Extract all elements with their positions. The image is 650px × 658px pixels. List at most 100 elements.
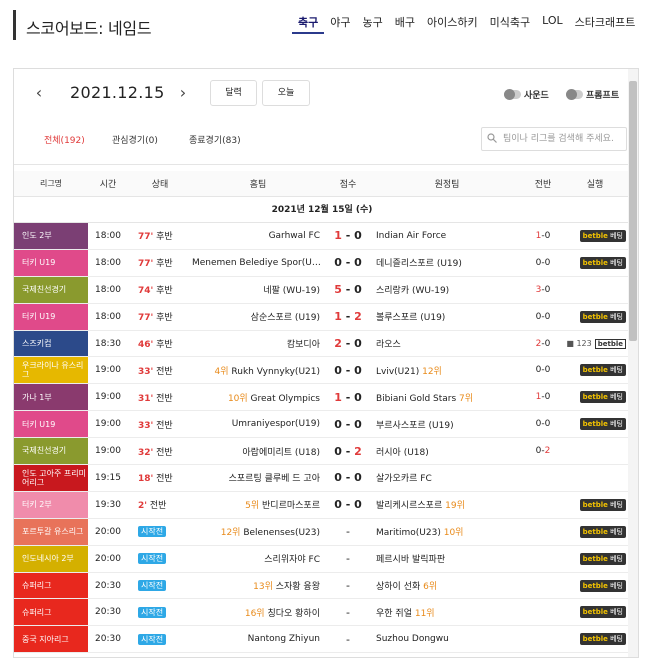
- away-team[interactable]: Bibiani Gold Stars 7위: [372, 391, 522, 404]
- away-team[interactable]: 러시아 (U18): [372, 445, 522, 458]
- live-camera-icon[interactable]: ■ 123: [566, 339, 591, 348]
- table-row[interactable]: 중국 지아리그 20:30 시작전 Nantong Zhiyun - Suzhou Don…: [14, 626, 630, 654]
- table-row[interactable]: 인도 고아주 프리미어리그 19:15 18' 전반 스포르팅 클루베 드 고아 0 -…: [14, 465, 630, 492]
- league-cell[interactable]: 터키 U19: [14, 249, 88, 276]
- home-team[interactable]: Menemen Belediye Spor(U…: [192, 258, 324, 268]
- sport-tab[interactable]: 농구: [357, 14, 389, 34]
- today-button[interactable]: 오늘: [262, 80, 310, 106]
- league-cell[interactable]: 터키 2부: [14, 491, 88, 518]
- home-team[interactable]: 13위 스자황 융왕: [192, 579, 324, 592]
- away-team[interactable]: 부르사스포르 (U19): [372, 418, 522, 431]
- league-cell[interactable]: 국제친선경기: [14, 276, 88, 303]
- home-team[interactable]: Umraniyespor(U19): [192, 419, 324, 429]
- league-cell[interactable]: 인도 고아주 프리미어리그: [14, 465, 88, 491]
- away-team[interactable]: 볼루스포르 (U19): [372, 310, 522, 323]
- betble-button[interactable]: betble 베팅: [579, 418, 626, 431]
- sport-tab[interactable]: 스타크래프트: [569, 14, 642, 34]
- table-row[interactable]: 포르투갈 유스리그 20:00 시작전 12위 Belenenses(U23) - Mar…: [14, 518, 630, 546]
- away-team[interactable]: 라오스: [372, 337, 522, 350]
- league-cell[interactable]: 우크라이나 유스리그: [14, 357, 88, 384]
- home-team[interactable]: 캄보디아: [192, 337, 324, 350]
- betble-button[interactable]: betble 베팅: [579, 579, 626, 592]
- home-team[interactable]: 네팔 (WU-19): [192, 283, 324, 296]
- home-team[interactable]: 12위 Belenenses(U23): [192, 525, 324, 538]
- table-row[interactable]: 스즈키컵 18:30 46' 후반 캄보디아 2 - 0 라오스 2-0 ■ 123 betbl…: [14, 330, 630, 358]
- league-cell[interactable]: 터키 U19: [14, 411, 88, 438]
- away-team[interactable]: 상하이 선화 6위: [372, 579, 522, 592]
- home-team[interactable]: Garhwal FC: [192, 231, 324, 241]
- calendar-button[interactable]: 달력: [210, 80, 257, 106]
- betble-button[interactable]: betble 베팅: [579, 606, 626, 619]
- betble-button[interactable]: betble 베팅: [579, 229, 626, 242]
- table-row[interactable]: 터키 U19 18:00 77' 후반 삼순스포르 (U19) 1 - 2 볼루스포르 (…: [14, 303, 630, 331]
- league-cell[interactable]: 스즈키컵: [14, 330, 88, 357]
- sport-tab[interactable]: 아이스하키: [421, 14, 484, 34]
- table-row[interactable]: 슈퍼리그 20:30 시작전 16위 칭다오 황하이 - 우한 쥐얼 11위 betble …: [14, 599, 630, 627]
- home-team[interactable]: 아랍에미리트 (U18): [192, 445, 324, 458]
- away-team[interactable]: 스리랑카 (WU-19): [372, 283, 522, 296]
- home-team[interactable]: 10위 Great Olympics: [192, 391, 324, 404]
- sound-toggle[interactable]: 사운드: [504, 88, 549, 101]
- away-team[interactable]: 발리케시르스포르 19위: [372, 498, 522, 511]
- league-cell[interactable]: 중국 지아리그: [14, 626, 88, 653]
- betble-button[interactable]: betble 베팅: [579, 256, 626, 269]
- away-team[interactable]: Indian Air Force: [372, 231, 522, 241]
- league-cell[interactable]: 포르투갈 유스리그: [14, 518, 88, 545]
- table-row[interactable]: 국제친선경기 18:00 74' 후반 네팔 (WU-19) 5 - 0 스리랑카 (WU…: [14, 276, 630, 304]
- sport-tab[interactable]: LOL: [536, 14, 569, 34]
- next-date-button[interactable]: ›: [173, 83, 193, 102]
- sport-tab[interactable]: 미식축구: [484, 14, 536, 34]
- home-team[interactable]: 4위 Rukh Vynnyky(U21): [192, 364, 324, 377]
- betble-button[interactable]: betble 베팅: [579, 391, 626, 404]
- prev-date-button[interactable]: ‹: [29, 83, 49, 102]
- league-cell[interactable]: 인도네시아 2부: [14, 545, 88, 572]
- tab-all[interactable]: 전체(192): [44, 133, 85, 146]
- betble-button[interactable]: betble 베팅: [579, 552, 626, 565]
- league-cell[interactable]: 슈퍼리그: [14, 572, 88, 599]
- tab-favorites[interactable]: 관심경기(0): [112, 133, 158, 146]
- table-row[interactable]: 가나 1부 19:00 31' 전반 10위 Great Olympics 1 - 0B…: [14, 384, 630, 412]
- betble-button[interactable]: betble 베팅: [579, 633, 626, 646]
- away-team[interactable]: 페르시바 발릭파판: [372, 552, 522, 565]
- home-team[interactable]: 16위 칭다오 황하이: [192, 606, 324, 619]
- league-cell[interactable]: 터키 U19: [14, 303, 88, 330]
- away-team[interactable]: Suzhou Dongwu: [372, 634, 522, 644]
- table-row[interactable]: 인도네시아 2부 20:00 시작전 스리위자야 FC - 페르시바 발릭파판 betble…: [14, 545, 630, 573]
- table-row[interactable]: 터키 U19 19:00 33' 전반 Umraniyespor(U19) 0 - 0 부…: [14, 411, 630, 439]
- away-team[interactable]: Maritimo(U23) 10위: [372, 525, 522, 538]
- home-team[interactable]: 5위 반디르마스포르: [192, 498, 324, 511]
- table-row[interactable]: 인도 2부 18:00 77' 후반 Garhwal FC 1 - 0 Indian Ai…: [14, 223, 630, 250]
- scrollbar[interactable]: [628, 69, 638, 657]
- league-cell[interactable]: 슈퍼리그: [14, 599, 88, 626]
- table-row[interactable]: 슈퍼리그 20:30 시작전 13위 스자황 융왕 - 상하이 선화 6위 betble 베…: [14, 572, 630, 600]
- table-row[interactable]: 터키 2부 19:30 2' 전반 5위 반디르마스포르 0 - 0 발리케시르스포르 1…: [14, 491, 630, 519]
- match-table: 리그명 시간 상태 홈팀 점수 원정팀 전반 실행 2021년 12월 15일 …: [14, 171, 630, 654]
- sport-tab[interactable]: 야구: [324, 14, 356, 34]
- home-team[interactable]: 스리위자야 FC: [192, 552, 324, 565]
- betble-button[interactable]: betble 베팅: [579, 310, 626, 323]
- betble-button[interactable]: betble 베팅: [579, 364, 626, 377]
- search-input[interactable]: 팀이나 리그를 검색해 주세요.: [481, 127, 627, 151]
- away-team[interactable]: 데니즐리스포르 (U19): [372, 256, 522, 269]
- betble-button[interactable]: betble: [594, 338, 626, 349]
- home-team[interactable]: 삼순스포르 (U19): [192, 310, 324, 323]
- sport-tab[interactable]: 축구: [292, 14, 325, 34]
- league-cell[interactable]: 가나 1부: [14, 384, 88, 411]
- scrollbar-thumb[interactable]: [629, 81, 637, 341]
- league-cell[interactable]: 국제친선경기: [14, 438, 88, 465]
- home-team[interactable]: Nantong Zhiyun: [192, 634, 324, 644]
- tab-finished[interactable]: 종료경기(83): [189, 133, 241, 146]
- table-row[interactable]: 우크라이나 유스리그 19:00 33' 전반 4위 Rukh Vynnyky(U21…: [14, 357, 630, 385]
- betble-button[interactable]: betble 베팅: [579, 498, 626, 511]
- prompt-toggle[interactable]: 프롬프트: [566, 88, 619, 101]
- home-team[interactable]: 스포르팅 클루베 드 고아: [192, 471, 324, 484]
- away-team[interactable]: Lviv(U21) 12위: [372, 364, 522, 377]
- away-team[interactable]: 우한 쥐얼 11위: [372, 606, 522, 619]
- away-team[interactable]: 살가오카르 FC: [372, 471, 522, 484]
- betble-button[interactable]: betble 베팅: [579, 525, 626, 538]
- score: 0 - 2: [324, 445, 372, 458]
- sport-tab[interactable]: 배구: [389, 14, 421, 34]
- table-row[interactable]: 터키 U19 18:00 77' 후반 Menemen Belediye Spor(U…: [14, 249, 630, 277]
- league-cell[interactable]: 인도 2부: [14, 223, 88, 249]
- table-row[interactable]: 국제친선경기 19:00 32' 전반 아랍에미리트 (U18) 0 - 2 러시아 (U…: [14, 438, 630, 466]
